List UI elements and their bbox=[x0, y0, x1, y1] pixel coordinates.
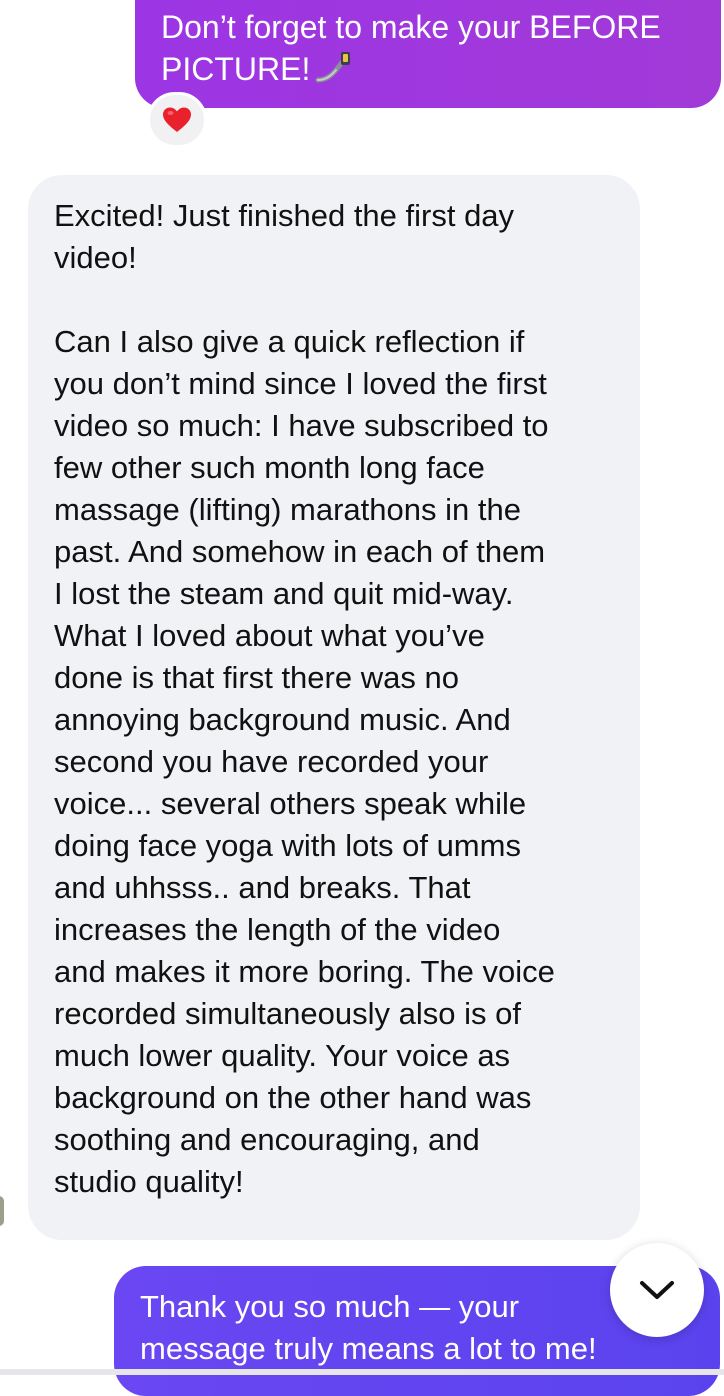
chevron-down-icon bbox=[640, 1281, 674, 1299]
incoming-message-paragraph: Excited! Just finished the first day vid… bbox=[54, 198, 515, 275]
incoming-message-paragraph: Can I also give a quick reflection if yo… bbox=[54, 324, 555, 1199]
outgoing-message-text: Thank you so much — your message truly m… bbox=[140, 1289, 597, 1366]
scroll-to-bottom-button[interactable] bbox=[610, 1243, 704, 1337]
outgoing-message-text: Don’t forget to make your BEFORE PICTURE… bbox=[161, 9, 661, 87]
selfie-stick-emoji-icon bbox=[315, 52, 351, 83]
sender-avatar[interactable] bbox=[0, 1196, 4, 1226]
message-reaction[interactable] bbox=[147, 92, 207, 148]
heart-icon bbox=[163, 107, 191, 132]
chat-thread: Don’t forget to make your BEFORE PICTURE… bbox=[0, 0, 724, 1396]
incoming-message-bubble[interactable]: Excited! Just finished the first day vid… bbox=[28, 175, 640, 1240]
composer-edge bbox=[0, 1369, 724, 1375]
outgoing-message-bubble[interactable]: Don’t forget to make your BEFORE PICTURE… bbox=[135, 0, 721, 108]
